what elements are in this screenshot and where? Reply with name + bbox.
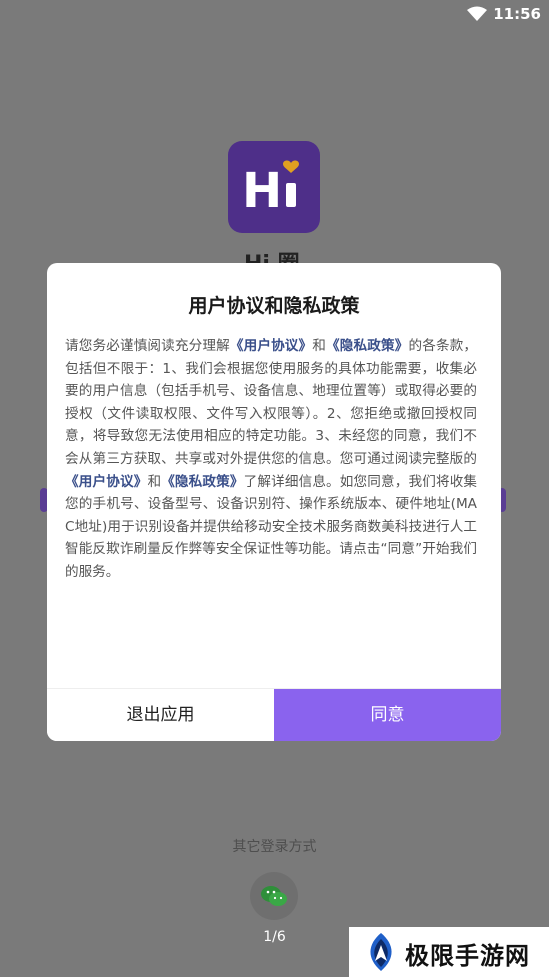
dialog-title: 用户协议和隐私政策 <box>188 295 360 317</box>
privacy-dialog: 用户协议和隐私政策 请您务必谨慎阅读充分理解《用户协议》和《隐私政策》的各条款，… <box>47 263 501 741</box>
body-text: 请您务必谨慎阅读充分理解 <box>65 338 230 354</box>
dialog-body: 请您务必谨慎阅读充分理解《用户协议》和《隐私政策》的各条款，包括但不限于：1、我… <box>65 335 477 584</box>
status-bar: 11:56 <box>0 0 549 28</box>
watermark-text: 极限手游网 <box>405 942 530 970</box>
wechat-login-button[interactable] <box>250 872 298 920</box>
wifi-icon <box>467 6 487 26</box>
app-logo: H <box>228 141 320 233</box>
watermark-logo-icon <box>370 933 392 971</box>
body-text: 和 <box>312 338 327 354</box>
user-agreement-link[interactable]: 《用户协议》 <box>230 338 312 354</box>
svg-text:H: H <box>242 163 282 219</box>
watermark: 极限手游网 <box>349 927 549 977</box>
body-text: 的各条款，包括但不限于：1、我们会根据您使用服务的具体功能需要，收集必要的用户信… <box>65 338 478 467</box>
dialog-button-row: 退出应用 同意 <box>47 688 501 741</box>
status-time: 11:56 <box>493 5 541 23</box>
body-text: 和 <box>147 473 162 490</box>
exit-app-button[interactable]: 退出应用 <box>47 689 274 741</box>
privacy-policy-link[interactable]: 《隐私政策》 <box>326 338 408 354</box>
wechat-icon <box>261 886 287 906</box>
privacy-policy-link-2[interactable]: 《隐私政策》 <box>161 474 243 490</box>
user-agreement-link-2[interactable]: 《用户协议》 <box>65 474 147 490</box>
agree-button[interactable]: 同意 <box>274 689 501 741</box>
other-login-label: 其它登录方式 <box>232 839 317 855</box>
